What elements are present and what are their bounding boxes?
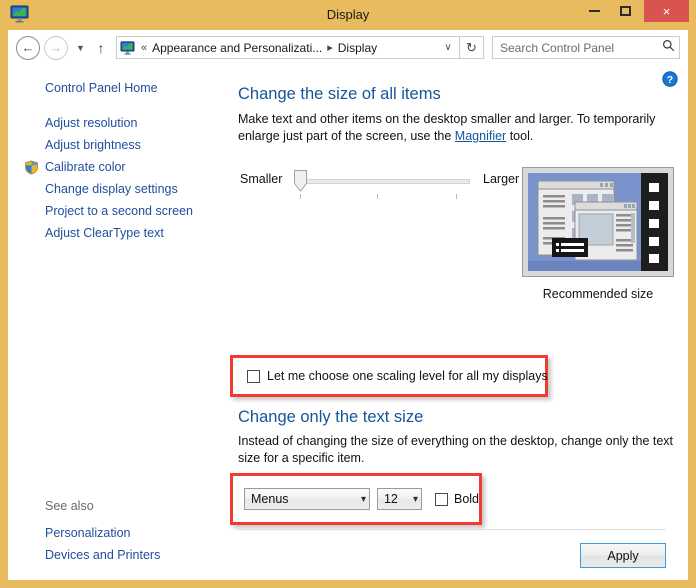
breadcrumb-leading-separator: « [141, 41, 148, 54]
chevron-down-icon: ▼ [76, 42, 85, 53]
breadcrumb-dropdown-button[interactable]: ∨ [439, 37, 457, 58]
sidebar-item-adjust-resolution[interactable]: Adjust resolution [8, 112, 230, 134]
change-size-description: Make text and other items on the desktop… [238, 111, 666, 145]
sidebar-item-adjust-brightness[interactable]: Adjust brightness [8, 134, 230, 156]
slider-tick [300, 194, 301, 199]
see-also-item-devices-and-printers[interactable]: Devices and Printers [8, 544, 230, 566]
maximize-icon [620, 6, 631, 16]
back-arrow-icon: ← [21, 40, 35, 55]
sidebar-item-label: Calibrate color [45, 160, 126, 174]
breadcrumb-item-display[interactable]: Display [335, 39, 380, 57]
up-button[interactable]: ↑ [91, 36, 111, 60]
forward-arrow-icon: → [49, 40, 63, 55]
bold-checkbox-label: Bold [453, 492, 480, 506]
close-icon: × [662, 3, 671, 19]
change-text-size-description: Instead of changing the size of everythi… [238, 434, 674, 465]
help-question-icon[interactable]: ? [662, 71, 678, 87]
svg-text:?: ? [667, 74, 673, 86]
scaling-checkbox-highlight: Let me choose one scaling level for all … [230, 355, 548, 397]
maximize-button[interactable] [610, 0, 641, 22]
scaling-slider-track[interactable] [298, 179, 470, 184]
sidebar-item-change-display-settings[interactable]: Change display settings [8, 178, 230, 200]
sidebar-item-adjust-cleartype-text[interactable]: Adjust ClearType text [8, 222, 230, 244]
page-title-change-size: Change the size of all items [238, 85, 441, 103]
chevron-down-icon: ∨ [444, 42, 452, 53]
arrow-up-icon: ↑ [97, 39, 105, 56]
back-button[interactable]: ← [16, 35, 40, 60]
recent-locations-button[interactable]: ▼ [72, 36, 89, 60]
preview-section: Recommended size [522, 167, 674, 301]
slider-tick [456, 194, 457, 199]
search-input[interactable] [500, 40, 662, 55]
text-size-select-value: 12 [383, 492, 398, 506]
scaling-checkbox[interactable] [247, 369, 260, 383]
uac-shield-icon [24, 160, 39, 175]
see-also-label: See also [45, 499, 94, 513]
content-area: Control Panel Home Adjust resolution Adj… [8, 65, 688, 580]
chevron-down-icon: ▾ [412, 493, 418, 505]
apply-button[interactable]: Apply [580, 543, 666, 568]
refresh-icon: ↻ [466, 39, 477, 55]
minimize-button[interactable] [579, 0, 610, 22]
footer-divider [238, 529, 666, 530]
see-also-item-personalization[interactable]: Personalization [8, 522, 230, 544]
breadcrumb-separator-icon: ▸ [327, 42, 333, 54]
navigation-bar: ← → ▼ ↑ « Appearance and Personalizati..… [8, 30, 688, 65]
breadcrumb-item-appearance[interactable]: Appearance and Personalizati... [149, 39, 325, 57]
slider-tick [377, 194, 378, 199]
sidebar: Control Panel Home Adjust resolution Adj… [8, 65, 230, 580]
text-size-select[interactable]: 12 ▾ [376, 488, 422, 510]
magnifier-link[interactable]: Magnifier [455, 129, 506, 143]
description-text-part1: Make text and other items on the desktop… [238, 112, 656, 143]
close-button[interactable]: × [644, 0, 689, 22]
display-preview-image [522, 167, 674, 277]
title-bar: Display × [0, 0, 696, 30]
sidebar-item-calibrate-color[interactable]: Calibrate color [8, 156, 230, 178]
breadcrumb[interactable]: « Appearance and Personalizati... ▸ Disp… [116, 36, 460, 59]
forward-button[interactable]: → [44, 35, 68, 60]
scaling-slider-row: Smaller Larger Recommended size [238, 167, 674, 301]
text-size-controls-highlight: Menus ▾ 12 ▾ Bold [230, 473, 482, 525]
slider-label-larger: Larger [483, 172, 520, 186]
scaling-checkbox-label: Let me choose one scaling level for all … [267, 369, 548, 383]
bold-checkbox-row[interactable]: Bold [434, 492, 480, 506]
minimize-icon [589, 10, 600, 12]
main-panel: ? Change the size of all items Make text… [230, 65, 688, 580]
window-frame: Display × ← → ▼ ↑ « Appearance and Perso… [0, 0, 696, 588]
slider-label-smaller: Smaller [240, 172, 283, 186]
text-item-select[interactable]: Menus ▾ [244, 488, 370, 510]
description-text-part2: tool. [506, 129, 534, 143]
chevron-down-icon: ▾ [360, 493, 366, 505]
text-size-controls-row: Menus ▾ 12 ▾ Bold [233, 476, 479, 522]
see-also-section: See also Personalization Devices and Pri… [8, 495, 230, 566]
search-box[interactable] [492, 36, 680, 59]
preview-caption: Recommended size [542, 287, 654, 301]
scaling-checkbox-row[interactable]: Let me choose one scaling level for all … [233, 358, 548, 394]
search-icon [662, 39, 675, 57]
refresh-button[interactable]: ↻ [460, 36, 484, 59]
text-item-select-value: Menus [251, 492, 289, 506]
sidebar-item-control-panel-home[interactable]: Control Panel Home [8, 77, 230, 99]
display-monitor-icon [120, 40, 135, 55]
bold-checkbox[interactable] [434, 492, 448, 506]
page-title-change-text-size: Change only the text size [238, 408, 424, 426]
scaling-slider-thumb[interactable] [294, 170, 307, 192]
sidebar-item-project-to-second-screen[interactable]: Project to a second screen [8, 200, 230, 222]
